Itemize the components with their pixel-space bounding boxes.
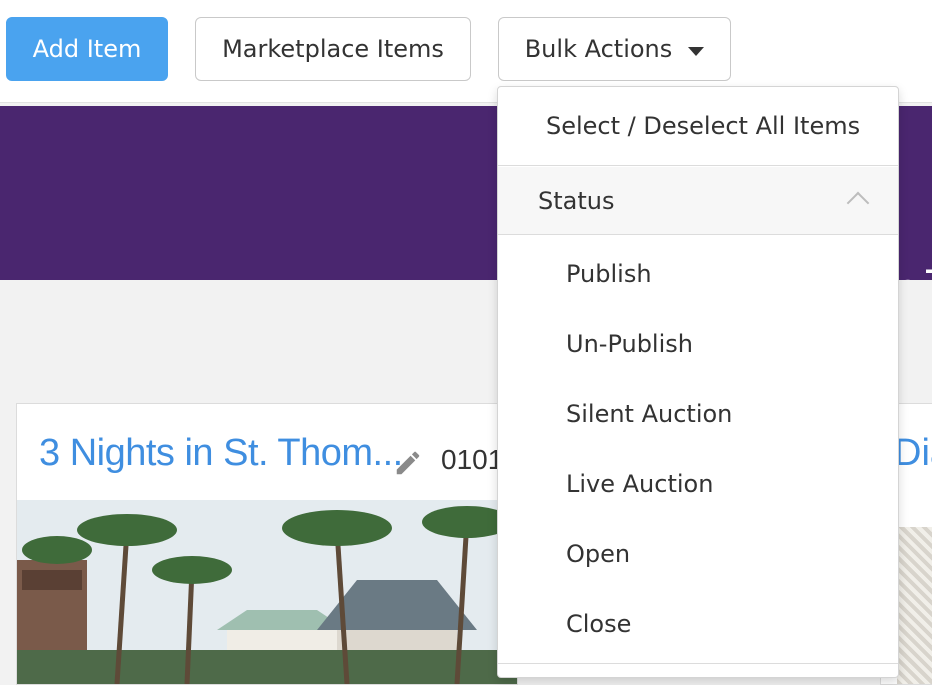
menu-item-publish[interactable]: Publish <box>498 239 898 309</box>
marketplace-items-label: Marketplace Items <box>222 35 444 63</box>
item-card: 3 Nights in St. Thom... 0101 <box>16 403 518 685</box>
caret-down-icon <box>688 46 705 56</box>
select-deselect-all-item[interactable]: Select / Deselect All Items <box>498 87 898 166</box>
item-title-link[interactable]: Dia <box>894 432 932 475</box>
menu-item-close[interactable]: Close <box>498 589 898 659</box>
menu-item-live-auction[interactable]: Live Auction <box>498 449 898 519</box>
bulk-actions-menu: Select / Deselect All Items Status Publi… <box>497 86 899 678</box>
item-title-link[interactable]: 3 Nights in St. Thom... <box>39 432 403 475</box>
item-number: 0101 <box>441 444 504 475</box>
add-item-button[interactable]: Add Item <box>6 17 168 81</box>
chevron-up-icon <box>846 191 870 215</box>
menu-item-silent-auction[interactable]: Silent Auction <box>498 379 898 449</box>
add-item-label: Add Item <box>32 35 142 63</box>
bulk-actions-button[interactable]: Bulk Actions <box>498 17 731 81</box>
menu-divider <box>498 663 898 664</box>
marketplace-items-button[interactable]: Marketplace Items <box>195 17 471 81</box>
pencil-icon[interactable] <box>393 448 423 478</box>
menu-item-open[interactable]: Open <box>498 519 898 589</box>
menu-item-unpublish[interactable]: Un-Publish <box>498 309 898 379</box>
status-section-header[interactable]: Status <box>498 167 898 235</box>
item-photo[interactable] <box>17 500 517 684</box>
item-photo[interactable] <box>897 527 932 684</box>
bulk-actions-label: Bulk Actions <box>524 35 673 63</box>
resort-scene-image <box>17 500 517 684</box>
status-section-label: Status <box>538 187 615 215</box>
